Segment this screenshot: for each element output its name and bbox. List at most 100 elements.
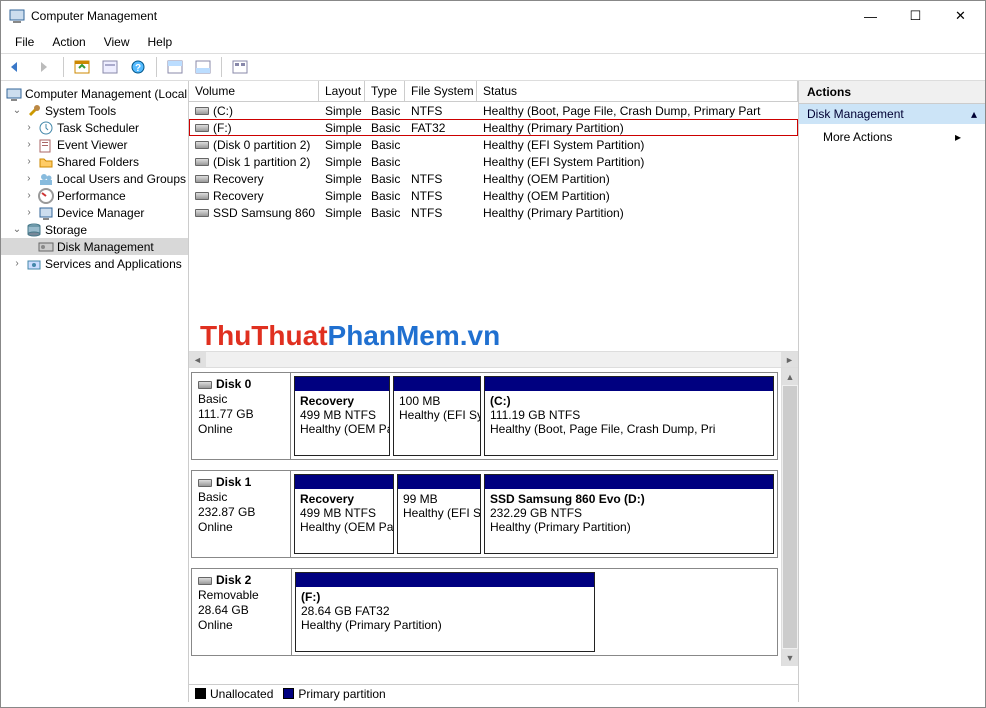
maximize-button[interactable]: ☐ bbox=[893, 1, 938, 31]
expand-icon[interactable]: › bbox=[23, 122, 35, 133]
expand-icon[interactable]: › bbox=[23, 173, 35, 184]
disk-info: Disk 1Basic232.87 GBOnline bbox=[192, 471, 291, 557]
minimize-button[interactable]: — bbox=[848, 1, 893, 31]
disk-row[interactable]: Disk 0Basic111.77 GBOnlineRecovery499 MB… bbox=[191, 372, 778, 460]
forward-button[interactable] bbox=[33, 56, 57, 78]
computer-icon bbox=[6, 86, 22, 102]
volume-row[interactable]: SSD Samsung 860 Evo (D:)SimpleBasicNTFSH… bbox=[189, 204, 798, 221]
tree-item-shared-folders[interactable]: ›Shared Folders bbox=[1, 153, 188, 170]
tree-services[interactable]: › Services and Applications bbox=[1, 255, 188, 272]
disk-icon bbox=[198, 479, 212, 487]
partition[interactable]: 100 MBHealthy (EFI Sy bbox=[393, 376, 481, 456]
tree-system-tools[interactable]: ⌄ System Tools bbox=[1, 102, 188, 119]
volume-hscrollbar[interactable]: ◄ ► bbox=[189, 351, 798, 368]
col-volume[interactable]: Volume bbox=[189, 81, 319, 101]
menu-action[interactable]: Action bbox=[44, 33, 93, 51]
tree-item-device-manager[interactable]: › Device Manager bbox=[1, 204, 188, 221]
expand-icon[interactable]: › bbox=[23, 156, 35, 167]
volume-row[interactable]: (F:)SimpleBasicFAT32Healthy (Primary Par… bbox=[189, 119, 798, 136]
partition[interactable]: (C:)111.19 GB NTFSHealthy (Boot, Page Fi… bbox=[484, 376, 774, 456]
disk-vscrollbar[interactable]: ▲ ▼ bbox=[781, 368, 798, 666]
clock-icon bbox=[38, 120, 54, 136]
partition-stripe bbox=[295, 475, 393, 489]
col-layout[interactable]: Layout bbox=[319, 81, 365, 101]
volume-row[interactable]: (Disk 1 partition 2)SimpleBasicHealthy (… bbox=[189, 153, 798, 170]
toolbar: ? bbox=[1, 53, 985, 81]
settings-button[interactable] bbox=[228, 56, 252, 78]
volume-icon bbox=[195, 141, 209, 149]
close-button[interactable]: ✕ bbox=[938, 1, 983, 31]
volume-row[interactable]: (C:)SimpleBasicNTFSHealthy (Boot, Page F… bbox=[189, 102, 798, 119]
scroll-left-icon[interactable]: ◄ bbox=[189, 352, 206, 367]
menu-view[interactable]: View bbox=[96, 33, 138, 51]
legend: Unallocated Primary partition bbox=[189, 684, 798, 702]
menu-file[interactable]: File bbox=[7, 33, 42, 51]
tree-root[interactable]: Computer Management (Local bbox=[1, 85, 188, 102]
tree-pane: Computer Management (Local ⌄ System Tool… bbox=[1, 81, 189, 702]
expand-icon[interactable]: › bbox=[23, 190, 35, 201]
volume-icon bbox=[195, 158, 209, 166]
tree-label: Computer Management (Local bbox=[25, 87, 187, 101]
col-filesystem[interactable]: File System bbox=[405, 81, 477, 101]
expand-icon[interactable]: › bbox=[23, 207, 35, 218]
col-status[interactable]: Status bbox=[477, 81, 798, 101]
partition[interactable]: (F:)28.64 GB FAT32Healthy (Primary Parti… bbox=[295, 572, 595, 652]
menubar: File Action View Help bbox=[1, 31, 985, 53]
tree-item-local-users-and-groups[interactable]: ›Local Users and Groups bbox=[1, 170, 188, 187]
actions-section[interactable]: Disk Management ▴ bbox=[799, 104, 985, 124]
tree-label: Disk Management bbox=[57, 240, 154, 254]
tree-label: Event Viewer bbox=[57, 138, 127, 152]
tree-item-task-scheduler[interactable]: › Task Scheduler bbox=[1, 119, 188, 136]
services-icon bbox=[26, 256, 42, 272]
expand-icon[interactable]: › bbox=[11, 258, 23, 269]
disk-row[interactable]: Disk 2Removable28.64 GBOnline(F:)28.64 G… bbox=[191, 568, 778, 656]
storage-icon bbox=[26, 222, 42, 238]
tree-label: Task Scheduler bbox=[57, 121, 139, 135]
collapse-icon: ▴ bbox=[971, 107, 977, 121]
help-button[interactable]: ? bbox=[126, 56, 150, 78]
tree-item-event-viewer[interactable]: › Event Viewer bbox=[1, 136, 188, 153]
scroll-down-icon[interactable]: ▼ bbox=[782, 649, 798, 666]
view-top-button[interactable] bbox=[163, 56, 187, 78]
show-hide-tree-button[interactable] bbox=[70, 56, 94, 78]
menu-help[interactable]: Help bbox=[140, 33, 181, 51]
actions-more[interactable]: More Actions ▸ bbox=[799, 124, 985, 150]
legend-primary-swatch bbox=[283, 688, 294, 699]
col-type[interactable]: Type bbox=[365, 81, 405, 101]
scroll-right-icon[interactable]: ► bbox=[781, 352, 798, 367]
partition[interactable]: Recovery499 MB NTFSHealthy (OEM Partiti bbox=[294, 474, 394, 554]
main-content: Computer Management (Local ⌄ System Tool… bbox=[1, 81, 985, 702]
expand-icon[interactable]: ⌄ bbox=[11, 105, 23, 116]
tree-disk-management[interactable]: Disk Management bbox=[1, 238, 188, 255]
perf-icon bbox=[38, 188, 54, 204]
disk-icon bbox=[38, 239, 54, 255]
partition-stripe bbox=[295, 377, 389, 391]
disk-row[interactable]: Disk 1Basic232.87 GBOnlineRecovery499 MB… bbox=[191, 470, 778, 558]
volume-row[interactable]: (Disk 0 partition 2)SimpleBasicHealthy (… bbox=[189, 136, 798, 153]
disk-info: Disk 0Basic111.77 GBOnline bbox=[192, 373, 291, 459]
center-pane: Volume Layout Type File System Status (C… bbox=[189, 81, 799, 702]
properties-button[interactable] bbox=[98, 56, 122, 78]
partition[interactable]: SSD Samsung 860 Evo (D:)232.29 GB NTFSHe… bbox=[484, 474, 774, 554]
tree-label: Device Manager bbox=[57, 206, 144, 220]
expand-icon[interactable]: ⌄ bbox=[11, 224, 23, 235]
actions-section-label: Disk Management bbox=[807, 107, 904, 121]
volume-row[interactable]: RecoverySimpleBasicNTFSHealthy (OEM Part… bbox=[189, 187, 798, 204]
svg-text:?: ? bbox=[135, 63, 141, 74]
partition[interactable]: 99 MBHealthy (EFI Sy bbox=[397, 474, 481, 554]
actions-pane: Actions Disk Management ▴ More Actions ▸ bbox=[799, 81, 985, 702]
legend-primary-label: Primary partition bbox=[298, 687, 385, 701]
back-button[interactable] bbox=[5, 56, 29, 78]
partition[interactable]: Recovery499 MB NTFSHealthy (OEM Partit bbox=[294, 376, 390, 456]
disk-icon bbox=[198, 381, 212, 389]
view-bottom-button[interactable] bbox=[191, 56, 215, 78]
volume-row[interactable]: RecoverySimpleBasicNTFSHealthy (OEM Part… bbox=[189, 170, 798, 187]
tree-storage[interactable]: ⌄ Storage bbox=[1, 221, 188, 238]
partition-stripe bbox=[485, 475, 773, 489]
partition-stripe bbox=[485, 377, 773, 391]
scroll-up-icon[interactable]: ▲ bbox=[782, 368, 798, 385]
folder-icon bbox=[38, 154, 54, 170]
scroll-thumb[interactable] bbox=[783, 386, 797, 648]
tree-item-performance[interactable]: ›Performance bbox=[1, 187, 188, 204]
expand-icon[interactable]: › bbox=[23, 139, 35, 150]
